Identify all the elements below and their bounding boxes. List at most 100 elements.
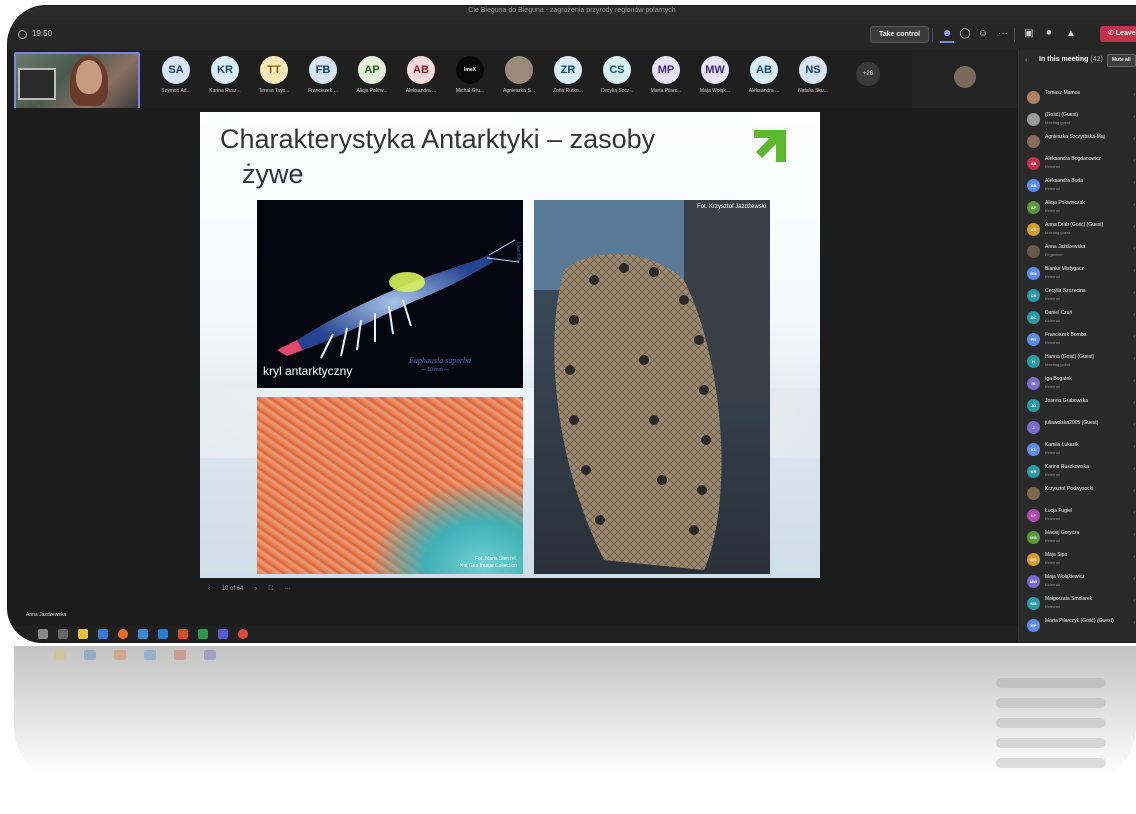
participant-tile[interactable]: Agnieszka S... <box>497 56 541 102</box>
avatar: AP <box>358 56 386 84</box>
chrome-icon[interactable] <box>238 629 248 639</box>
task-view-icon[interactable] <box>58 629 68 639</box>
leave-button[interactable]: ✆ Leave <box>1100 26 1136 42</box>
roster-item-name: Marta Pilarczyk (Gość) (Guest) <box>1045 618 1114 624</box>
avatar: AB <box>1027 179 1040 192</box>
mic-off-icon: ‹ <box>1133 224 1135 230</box>
roster-item-name: Maja Wołąkiewicz <box>1045 574 1085 580</box>
panel-title-text: In this meeting <box>1039 56 1089 63</box>
participant-tile[interactable]: MP Marta Pilarc... <box>644 56 688 102</box>
participant-tile[interactable]: SA Szymon Ad... <box>154 56 198 102</box>
avatar: JG <box>1027 399 1040 412</box>
fullscreen-icon[interactable]: ⛶ <box>269 586 273 592</box>
roster-item-role: External <box>1045 472 1060 477</box>
back-icon[interactable]: ‹ <box>1025 57 1027 64</box>
roster-item[interactable]: AP Alicja Pokwinczak External ‹ <box>1027 198 1135 218</box>
roster-item-name: (Gość) (Guest) <box>1045 112 1079 118</box>
slide-title-line1: Charakterystyka Antarktyki – zasoby <box>220 124 656 154</box>
title-bar: Cie Bieguna do Bieguna - zagrożenia przy… <box>8 6 1136 20</box>
previous-slide-button[interactable]: ‹ <box>208 586 210 592</box>
avatar: FB <box>309 56 337 84</box>
roster-item[interactable]: KR Karina Ruszkowska External ‹ <box>1027 462 1135 482</box>
participant-tile[interactable]: NS Natalia Sku... <box>791 56 835 102</box>
avatar: MP <box>1027 619 1040 632</box>
participant-name: Alicja Pokrw... <box>356 88 388 94</box>
participant-name: Marta Pilarc... <box>650 88 682 94</box>
roster-item[interactable]: ŁF Łucja Fugiel External ‹ <box>1027 506 1135 526</box>
teams-icon[interactable] <box>218 629 228 639</box>
participant-tile[interactable]: KR Karina Rusz... <box>203 56 247 102</box>
reactions-icon[interactable]: ☺ <box>976 27 990 41</box>
roster-item[interactable]: MG Maciej Gorycza External ‹ <box>1027 528 1135 548</box>
people-icon[interactable]: ☻ <box>940 27 954 43</box>
participant-tile[interactable]: AB Aleksandra ... <box>742 56 786 102</box>
search-icon[interactable] <box>38 629 48 639</box>
participant-tile[interactable]: CS Cecylia Szcz... <box>595 56 639 102</box>
roster-item-name: Joanna Grabowska <box>1045 398 1089 404</box>
mic-off-icon: ‹ <box>1133 136 1135 142</box>
participant-tile[interactable]: ImeX Michał Gru... <box>448 56 492 102</box>
roster-item[interactable]: (Gość) (Guest) Meeting guest ‹ <box>1027 110 1135 130</box>
participant-tile[interactable]: AP Alicja Pokrw... <box>350 56 394 102</box>
roster-item[interactable]: FB Franciszek Bomba External ‹ <box>1027 330 1135 350</box>
next-slide-button[interactable]: › <box>255 586 257 592</box>
more-options-button[interactable]: ··· <box>285 586 291 592</box>
camera-icon[interactable]: ▣ <box>1022 27 1036 41</box>
more-icon[interactable]: ··· <box>996 27 1010 41</box>
mic-off-icon: ‹ <box>1133 268 1135 274</box>
participant-name: Teresa Tays... <box>258 88 290 94</box>
roster-item[interactable]: Anna Jażdżewska Organiser ‹ <box>1027 242 1135 262</box>
roster-item[interactable]: MS Małgorzata Smolarek External ‹ <box>1027 594 1135 614</box>
take-control-button[interactable]: Take control <box>870 26 930 43</box>
roster-item[interactable]: AB Aleksandra Buda External ‹ <box>1027 176 1135 196</box>
roster-item-name: Tomasz Mamos <box>1045 90 1081 96</box>
roster-item[interactable]: Agnieszka Szczyrbska-Maj ‹ <box>1027 132 1135 152</box>
roster-item[interactable]: DC Daniel Czuń External ‹ <box>1027 308 1135 328</box>
roster-item[interactable]: MP Marta Pilarczyk (Gość) (Guest) ‹ <box>1027 616 1135 636</box>
roster-item[interactable]: Krzysztof Podwysocki ‹ <box>1027 484 1135 504</box>
participant-tile[interactable]: AB Aleksandra ... <box>399 56 443 102</box>
chat-icon[interactable]: ◯ <box>958 27 972 41</box>
mute-all-button[interactable]: Mute all <box>1107 54 1136 67</box>
store-icon[interactable] <box>98 629 108 639</box>
roster-item[interactable]: Jjuliawolska2005 (Guest) ‹ <box>1027 418 1135 438</box>
roster-item[interactable]: MS Maja Sipa External ‹ <box>1027 550 1135 570</box>
participant-tile[interactable]: MW Maja Wołąk... <box>693 56 737 102</box>
roster-item[interactable]: JG Joanna Grabowska ‹ <box>1027 396 1135 416</box>
mic-icon[interactable]: ⚫ <box>1042 27 1056 41</box>
overflow-participants-button[interactable]: +26 <box>856 62 880 86</box>
self-video-tile[interactable] <box>14 52 140 110</box>
shared-content-stage: Charakterystyka Antarktyki – zasoby żywe <box>8 108 1018 642</box>
outlook-icon[interactable] <box>158 629 168 639</box>
roster-item[interactable]: AB Aleksandra Bogdanowicz External ‹ <box>1027 154 1135 174</box>
excel-icon[interactable] <box>198 629 208 639</box>
roster-item[interactable]: KL Kamila Łukasik External ‹ <box>1027 440 1135 460</box>
toolbar-divider <box>932 28 933 42</box>
share-icon[interactable]: ▲ <box>1064 27 1078 41</box>
roster-item[interactable]: CS Cecylia Szczecina External ‹ <box>1027 286 1135 306</box>
roster-item[interactable]: IB Iga Bogatek External ‹ <box>1027 374 1135 394</box>
file-explorer-icon[interactable] <box>78 629 88 639</box>
roster-item[interactable]: BM Bianka Mistygacz External ‹ <box>1027 264 1135 284</box>
avatar: ŁF <box>1027 509 1040 522</box>
roster-item-role: External <box>1045 450 1060 455</box>
participant-name: Agnieszka S... <box>503 88 535 94</box>
firefox-icon[interactable] <box>118 629 128 639</box>
roster-item-role: External <box>1045 384 1060 389</box>
avatar: MW <box>1027 575 1040 588</box>
participant-tile[interactable]: ZR Zofia Rutko... <box>546 56 590 102</box>
avatar: FB <box>1027 333 1040 346</box>
spotlight-video-tile[interactable] <box>912 50 1016 108</box>
roster-item[interactable]: Tomasz Mamos ‹ <box>1027 88 1135 108</box>
mic-off-icon: ‹ <box>1133 488 1135 494</box>
vscode-icon[interactable] <box>138 629 148 639</box>
participant-tile[interactable]: FB Franciszek ... <box>301 56 345 102</box>
roster-item[interactable]: AD Anna Drab (Gość) (Guest) Meeting guest ‹ <box>1027 220 1135 240</box>
roster-item[interactable]: MW Maja Wołąkiewicz External ‹ <box>1027 572 1135 592</box>
roster-item-role: External <box>1045 318 1060 323</box>
participant-name: Karina Rusz... <box>209 88 241 94</box>
mic-off-icon: ‹ <box>1133 114 1135 120</box>
participant-tile[interactable]: TT Teresa Tays... <box>252 56 296 102</box>
roster-item[interactable]: H Hanna (Gość) (Guest) Meeting guest ‹ <box>1027 352 1135 372</box>
office-icon[interactable] <box>178 629 188 639</box>
